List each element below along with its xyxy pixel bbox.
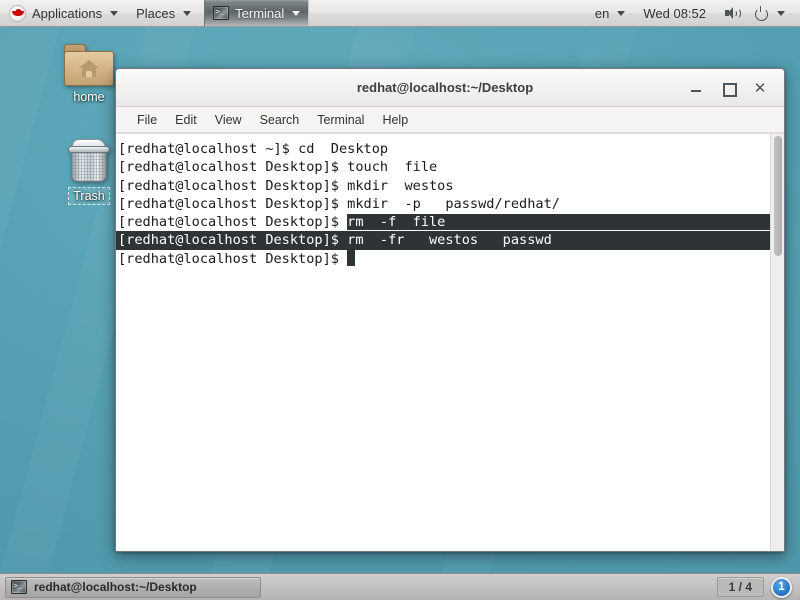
minimize-button[interactable]: [688, 80, 704, 96]
terminal-line: [redhat@localhost Desktop]$ rm -fr westo…: [116, 231, 770, 250]
terminal-prompt: [redhat@localhost Desktop]$: [118, 250, 348, 267]
panel-window-item-label: Terminal: [235, 5, 285, 21]
terminal-command: mkdir westos: [347, 177, 454, 194]
terminal-line: [redhat@localhost Desktop]$ touch file: [118, 158, 770, 176]
chevron-down-icon: [617, 10, 626, 16]
window-titlebar[interactable]: redhat@localhost:~/Desktop ✕: [116, 69, 784, 107]
terminal-line: [redhat@localhost Desktop]$ mkdir -p pas…: [118, 195, 770, 213]
taskbar-item-label: redhat@localhost:~/Desktop: [34, 580, 197, 594]
menubar: File Edit View Search Terminal Help: [116, 107, 784, 133]
trash-icon: [66, 137, 112, 185]
speaker-icon: [724, 6, 741, 20]
terminal-line: [redhat@localhost ~]$ cd Desktop: [118, 140, 770, 158]
terminal-command: touch file: [347, 159, 438, 176]
redhat-shadowman-icon: [9, 4, 26, 22]
menu-terminal[interactable]: Terminal: [308, 110, 373, 130]
terminal-line: [redhat@localhost Desktop]$ rm -f file: [118, 213, 770, 231]
terminal-line-selected: [redhat@localhost Desktop]$ rm -fr westo…: [116, 231, 770, 250]
keyboard-layout-indicator[interactable]: en: [586, 0, 634, 26]
keyboard-layout-label: en: [594, 5, 610, 21]
menu-help[interactable]: Help: [373, 110, 417, 130]
terminal-line: [redhat@localhost Desktop]$ mkdir westos: [118, 177, 770, 195]
terminal-cursor: [347, 249, 356, 266]
terminal-command-selected: rm -f file: [347, 214, 446, 231]
panel-spacer: [309, 0, 586, 26]
terminal-icon: [213, 4, 230, 20]
taskbar-item-terminal[interactable]: redhat@localhost:~/Desktop: [5, 576, 261, 598]
terminal-command: mkdir -p passwd/redhat/: [347, 195, 560, 212]
desktop-screen: Applications Places Terminal en Wed 08:5…: [0, 0, 800, 600]
terminal-prompt: [redhat@localhost Desktop]$: [118, 195, 348, 212]
window-title: redhat@localhost:~/Desktop: [356, 80, 534, 95]
scrollbar-thumb[interactable]: [774, 136, 782, 256]
home-folder-icon: [64, 44, 114, 86]
bottom-panel: redhat@localhost:~/Desktop 1 / 4 1: [0, 573, 800, 600]
panel-window-item-terminal[interactable]: Terminal: [204, 0, 310, 26]
menu-view[interactable]: View: [206, 110, 251, 130]
panel-status-area: en Wed 08:52: [586, 0, 800, 26]
workspace-switcher[interactable]: 1 / 4 1: [716, 576, 800, 598]
power-icon: [754, 6, 769, 21]
terminal-body[interactable]: [redhat@localhost ~]$ cd Desktop [redhat@…: [116, 133, 784, 551]
workspace-count-label: 1 / 4: [716, 577, 764, 597]
terminal-prompt: [redhat@localhost Desktop]$: [118, 214, 348, 231]
terminal-window: redhat@localhost:~/Desktop ✕ File Edit V…: [115, 68, 785, 552]
chevron-down-icon: [777, 10, 785, 16]
terminal-prompt: [redhat@localhost Desktop]$: [118, 159, 348, 176]
terminal-prompt: [redhat@localhost ~]$: [118, 141, 299, 157]
terminal-prompt: [redhat@localhost Desktop]$: [118, 177, 348, 194]
places-menu[interactable]: Places: [127, 0, 200, 26]
applications-menu[interactable]: Applications: [0, 0, 127, 26]
desktop-icon-trash-label: Trash: [68, 187, 110, 205]
chevron-down-icon: [292, 10, 301, 16]
places-menu-label: Places: [136, 5, 176, 21]
maximize-button[interactable]: [720, 80, 737, 97]
desktop-icon-home-label: home: [73, 90, 105, 104]
chevron-down-icon: [183, 10, 192, 16]
terminal-command: cd Desktop: [298, 141, 389, 157]
close-button[interactable]: ✕: [752, 80, 768, 96]
clock[interactable]: Wed 08:52: [634, 0, 715, 26]
terminal-selection-fill: [445, 214, 770, 231]
menu-search[interactable]: Search: [251, 110, 309, 130]
workspace-current-badge[interactable]: 1: [771, 576, 792, 598]
menu-edit[interactable]: Edit: [166, 110, 206, 130]
window-controls: ✕: [688, 80, 784, 97]
terminal-line: [redhat@localhost Desktop]$: [118, 249, 770, 268]
terminal-scrollbar[interactable]: [770, 134, 784, 551]
terminal-icon: [11, 578, 27, 594]
menu-file[interactable]: File: [128, 110, 166, 130]
clock-label: Wed 08:52: [643, 5, 706, 21]
terminal-output[interactable]: [redhat@localhost ~]$ cd Desktop [redhat@…: [116, 134, 770, 551]
top-panel: Applications Places Terminal en Wed 08:5…: [0, 0, 800, 27]
applications-menu-label: Applications: [32, 5, 103, 21]
system-status-menu[interactable]: [715, 0, 794, 26]
chevron-down-icon: [110, 10, 119, 16]
